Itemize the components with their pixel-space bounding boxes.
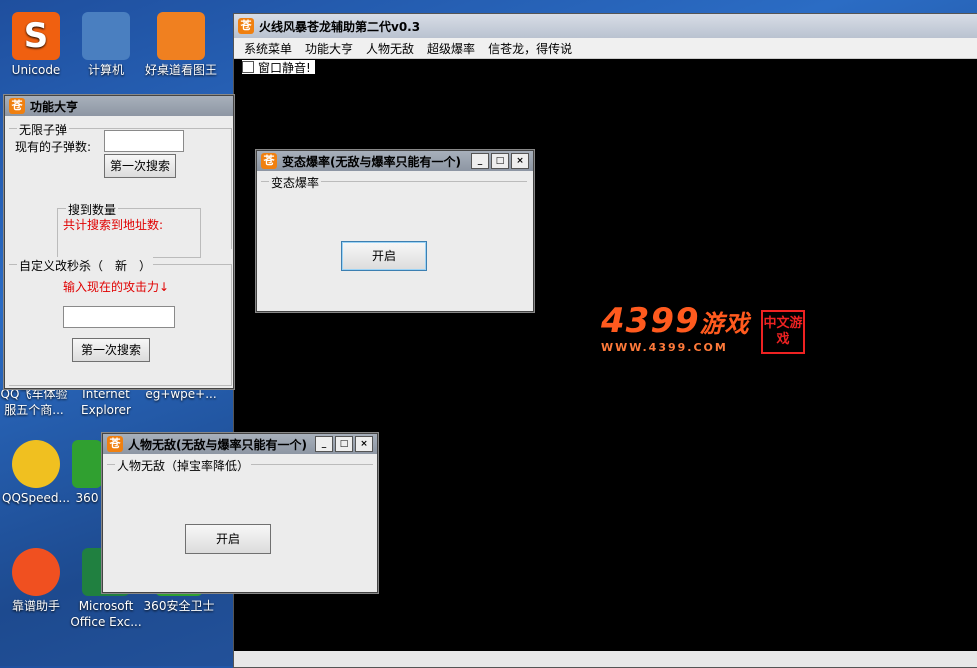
- menu-system[interactable]: 系统菜单: [244, 40, 292, 57]
- desktop-icon-ie[interactable]: Internet Explorer: [70, 386, 142, 418]
- image-viewer-icon: [157, 12, 205, 60]
- desktop-icon-label: Internet Explorer: [81, 387, 131, 417]
- desktop-icon-kaopu[interactable]: 靠谱助手: [0, 548, 72, 614]
- menu-believe[interactable]: 信苍龙，得传说: [488, 40, 572, 57]
- app-icon: 苍: [238, 18, 254, 34]
- close-button[interactable]: ×: [355, 436, 373, 452]
- maximize-button[interactable]: □: [491, 153, 509, 169]
- desktop-icon-360[interactable]: 360: [70, 440, 104, 506]
- drop-rate-dialog: 苍 变态爆率(无敌与爆率只能有一个) _ □ × 变态爆率 开启: [256, 150, 534, 312]
- app-icon: 苍: [9, 98, 25, 114]
- mute-label: 窗口静音!: [258, 60, 311, 75]
- main-titlebar[interactable]: 苍 火线风暴苍龙辅助第二代v0.3: [234, 14, 977, 38]
- desktop-icon-label: Unicode: [11, 63, 61, 77]
- first-search-button[interactable]: 第一次搜索: [104, 154, 176, 178]
- attack-prompt: 输入现在的攻击力↓: [63, 280, 170, 294]
- invincible-enable-button[interactable]: 开启: [185, 524, 271, 554]
- desktop-icon-label: 360: [75, 491, 99, 505]
- menu-invincible[interactable]: 人物无敌: [366, 40, 414, 57]
- window-controls: _ □ ×: [471, 153, 529, 169]
- desktop-icon-label: 360安全卫士: [143, 599, 215, 613]
- desktop-icon-qq-speed-trial[interactable]: QQ飞车体验服五个商...: [0, 386, 72, 418]
- drop-rate-group: 变态爆率: [261, 174, 527, 191]
- invincible-group: 人物无敌（掉宝率降低）: [107, 457, 373, 474]
- attack-input[interactable]: [63, 306, 175, 328]
- main-window-title: 火线风暴苍龙辅助第二代v0.3: [259, 19, 421, 34]
- desktop-icon-label: 计算机: [87, 63, 124, 77]
- found-count-label: 共计搜索到地址数:: [63, 218, 164, 232]
- 4399-logo: 4399游戏 WWW.4399.COM 中文游戏: [601, 304, 811, 354]
- invincible-group-label: 人物无敌（掉宝率降低）: [115, 457, 252, 474]
- desktop-icon-unicode[interactable]: S Unicode: [0, 12, 72, 78]
- drop-rate-titlebar[interactable]: 苍 变态爆率(无敌与爆率只能有一个) _ □ ×: [257, 151, 533, 171]
- mute-checkbox-row[interactable]: 窗口静音!: [242, 60, 315, 75]
- drop-rate-enable-button[interactable]: 开启: [341, 241, 427, 271]
- desktop-icon-label: QQ飞车体验服五个商...: [0, 387, 68, 417]
- feature-window-title: 功能大亨: [30, 99, 79, 114]
- invincible-titlebar[interactable]: 苍 人物无敌(无敌与爆率只能有一个) _ □ ×: [103, 434, 377, 454]
- app-icon: 苍: [261, 153, 277, 169]
- app-icon: 苍: [107, 436, 123, 452]
- statusbar: [234, 651, 977, 667]
- invincible-dialog: 苍 人物无敌(无敌与爆率只能有一个) _ □ × 人物无敌（掉宝率降低） 开启: [102, 433, 378, 593]
- window-controls: _ □ ×: [315, 436, 373, 452]
- close-button[interactable]: ×: [511, 153, 529, 169]
- desktop-icon-image-viewer[interactable]: 好桌道看图王: [145, 12, 217, 78]
- feature-window: 苍 功能大亨 无限子弹 现有的子弹数: 第一次搜索 搜到数量 共计搜索到地址数:…: [4, 95, 234, 389]
- unicode-icon: S: [12, 12, 60, 60]
- ammo-group-label: 无限子弹: [17, 121, 70, 138]
- desktop-icon-label: Microsoft Office Exc...: [70, 599, 142, 629]
- logo-seal: 中文游戏: [761, 310, 805, 354]
- invincible-title: 人物无敌(无敌与爆率只能有一个): [128, 437, 307, 452]
- computer-icon: [82, 12, 130, 60]
- desktop-icon-computer[interactable]: 计算机: [70, 12, 142, 78]
- desktop-icon-label: 靠谱助手: [11, 599, 60, 613]
- menu-super-drop[interactable]: 超级爆率: [427, 40, 475, 57]
- mute-checkbox[interactable]: [242, 61, 254, 73]
- menu-feature[interactable]: 功能大亨: [305, 40, 353, 57]
- qqspeed-icon: [12, 440, 60, 488]
- custom-kill-group-label: 自定义改秒杀（ 新 ）: [17, 257, 154, 274]
- minimize-button[interactable]: _: [315, 436, 333, 452]
- maximize-button[interactable]: □: [335, 436, 353, 452]
- drop-rate-title: 变态爆率(无敌与爆率只能有一个): [282, 154, 461, 169]
- menubar: 系统菜单 功能大亨 人物无敌 超级爆率 信苍龙，得传说: [234, 38, 977, 59]
- drop-rate-group-label: 变态爆率: [269, 174, 322, 191]
- kaopu-icon: [12, 548, 60, 596]
- minimize-button[interactable]: _: [471, 153, 489, 169]
- 360-icon: [72, 440, 102, 488]
- feature-titlebar[interactable]: 苍 功能大亨: [5, 96, 233, 116]
- desktop-icon-label: QQSpeed...: [2, 491, 70, 505]
- desktop-icon-qqspeed[interactable]: QQSpeed...: [0, 440, 72, 506]
- ammo-label: 现有的子弹数:: [15, 140, 92, 154]
- first-search-button-2[interactable]: 第一次搜索: [72, 338, 150, 362]
- ammo-input[interactable]: [104, 130, 184, 152]
- desktop-icon-label: 好桌道看图王: [145, 63, 218, 77]
